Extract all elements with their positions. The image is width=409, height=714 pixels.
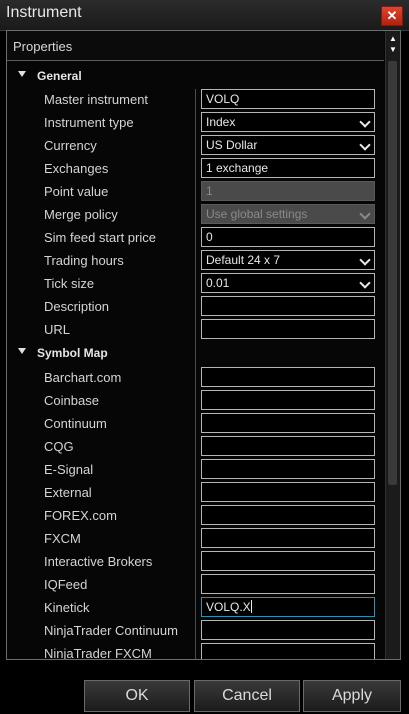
symbol-row-kinetick: Kinetick VOLQ.X <box>7 597 377 620</box>
collapse-triangle-icon[interactable] <box>18 348 26 354</box>
symbol-row-continuum: Continuum <box>7 413 377 436</box>
property-label: FXCM <box>44 531 81 546</box>
iqfeed-symbol-field[interactable] <box>201 574 375 594</box>
trading-hours-dropdown[interactable]: Default 24 x 7 <box>201 250 375 270</box>
property-label: Coinbase <box>44 393 99 408</box>
property-row-tick-size: Tick size 0.01 <box>7 273 377 296</box>
property-label: CQG <box>44 439 74 454</box>
property-label: Interactive Brokers <box>44 554 153 569</box>
property-row-sim-feed-start-price: Sim feed start price 0 <box>7 227 377 250</box>
collapse-triangle-icon[interactable] <box>18 71 26 77</box>
property-label: E-Signal <box>44 462 94 477</box>
property-label: Description <box>44 299 110 314</box>
properties-panel: Properties General Master instrument VOL… <box>6 30 401 660</box>
property-row-merge-policy: Merge policy Use global settings <box>7 204 377 227</box>
category-label: General <box>37 69 82 83</box>
ok-button[interactable]: OK <box>84 680 190 712</box>
category-general[interactable]: General <box>7 67 377 90</box>
property-label: Merge policy <box>44 207 118 222</box>
symbol-row-cqg: CQG <box>7 436 377 459</box>
continuum-symbol-field[interactable] <box>201 413 375 433</box>
property-label: Tick size <box>44 276 95 291</box>
property-label: Exchanges <box>44 161 109 176</box>
property-row-url: URL <box>7 319 377 342</box>
property-label: Continuum <box>44 416 107 431</box>
cqg-symbol-field[interactable] <box>201 436 375 456</box>
kinetick-symbol-text: VOLQ.X <box>206 600 251 614</box>
property-label: FOREX.com <box>44 508 117 523</box>
symbol-row-barchart: Barchart.com <box>7 367 377 390</box>
text-caret <box>250 600 252 613</box>
symbol-row-iqfeed: IQFeed <box>7 574 377 597</box>
property-label: Point value <box>44 184 109 199</box>
property-label: NinjaTrader FXCM <box>44 646 152 659</box>
property-label: External <box>44 485 92 500</box>
property-label: Kinetick <box>44 600 90 615</box>
property-label: NinjaTrader Continuum <box>44 623 178 638</box>
master-instrument-field[interactable]: VOLQ <box>201 89 375 109</box>
close-icon: ✕ <box>386 8 398 23</box>
symbol-row-ninjatrader-fxcm: NinjaTrader FXCM <box>7 643 377 659</box>
merge-policy-dropdown: Use global settings <box>201 204 375 224</box>
property-label: Instrument type <box>44 115 134 130</box>
exchanges-field[interactable]: 1 exchange <box>201 158 375 178</box>
property-row-exchanges: Exchanges 1 exchange <box>7 158 377 181</box>
symbol-row-fxcm: FXCM <box>7 528 377 551</box>
cancel-button[interactable]: Cancel <box>194 680 300 712</box>
esignal-symbol-field[interactable] <box>201 459 375 479</box>
property-row-master-instrument: Master instrument VOLQ <box>7 89 377 112</box>
symbol-row-ninjatrader-continuum: NinjaTrader Continuum <box>7 620 377 643</box>
category-symbol-map[interactable]: Symbol Map <box>7 344 377 367</box>
property-label: Barchart.com <box>44 370 122 385</box>
ninjatrader-fxcm-symbol-field[interactable] <box>201 643 375 659</box>
interactive-brokers-symbol-field[interactable] <box>201 551 375 571</box>
forex-symbol-field[interactable] <box>201 505 375 525</box>
scroll-down-icon[interactable]: ▼ <box>389 45 397 54</box>
category-label: Symbol Map <box>37 346 108 360</box>
vertical-scrollbar[interactable]: ▲ ▼ <box>385 31 400 659</box>
property-grid: General Master instrument VOLQ Instrumen… <box>7 61 384 659</box>
title-bar: Instrument ✕ <box>0 0 409 31</box>
currency-dropdown[interactable]: US Dollar <box>201 135 375 155</box>
symbol-row-esignal: E-Signal <box>7 459 377 482</box>
property-row-trading-hours: Trading hours Default 24 x 7 <box>7 250 377 273</box>
close-button[interactable]: ✕ <box>381 6 403 26</box>
kinetick-symbol-field[interactable]: VOLQ.X <box>201 597 375 617</box>
instrument-type-dropdown[interactable]: Index <box>201 112 375 132</box>
url-field[interactable] <box>201 319 375 339</box>
property-label: Trading hours <box>44 253 124 268</box>
property-row-currency: Currency US Dollar <box>7 135 377 158</box>
properties-header: Properties <box>7 31 384 61</box>
property-row-instrument-type: Instrument type Index <box>7 112 377 135</box>
property-label: URL <box>44 322 71 337</box>
external-symbol-field[interactable] <box>201 482 375 502</box>
symbol-row-external: External <box>7 482 377 505</box>
ninjatrader-continuum-symbol-field[interactable] <box>201 620 375 640</box>
property-row-description: Description <box>7 296 377 319</box>
sim-feed-start-price-field[interactable]: 0 <box>201 227 375 247</box>
scrollbar-thumb[interactable] <box>388 61 397 485</box>
property-label: Currency <box>44 138 97 153</box>
properties-header-label: Properties <box>13 39 73 54</box>
scroll-up-icon[interactable]: ▲ <box>389 34 397 43</box>
window-title: Instrument <box>6 4 82 21</box>
description-field[interactable] <box>201 296 375 316</box>
barchart-symbol-field[interactable] <box>201 367 375 387</box>
symbol-row-forex: FOREX.com <box>7 505 377 528</box>
coinbase-symbol-field[interactable] <box>201 390 375 410</box>
fxcm-symbol-field[interactable] <box>201 528 375 548</box>
tick-size-dropdown[interactable]: 0.01 <box>201 273 375 293</box>
property-row-point-value: Point value 1 <box>7 181 377 204</box>
property-label: Master instrument <box>44 92 149 107</box>
symbol-row-coinbase: Coinbase <box>7 390 377 413</box>
property-label: IQFeed <box>44 577 88 592</box>
apply-button[interactable]: Apply <box>303 680 401 712</box>
symbol-row-interactive-brokers: Interactive Brokers <box>7 551 377 574</box>
point-value-field: 1 <box>201 181 375 201</box>
property-label: Sim feed start price <box>44 230 156 245</box>
